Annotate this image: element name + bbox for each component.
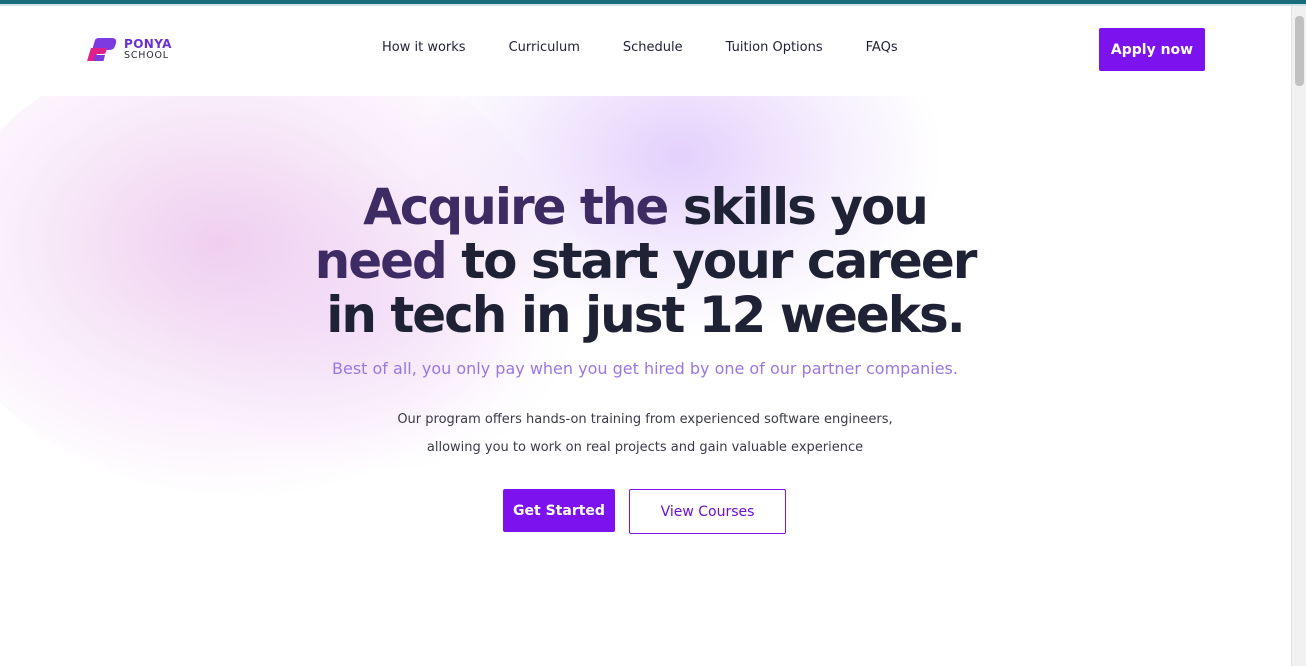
- hero-description: Our program offers hands-on training fro…: [245, 406, 1045, 462]
- headline-line3: in tech in just 12 weeks.: [326, 286, 966, 344]
- hero-section: Acquire the skills you need to start you…: [0, 96, 1291, 666]
- headline-highlight-1: Acquire the: [363, 178, 669, 236]
- page-scrollbar[interactable]: [1291, 6, 1306, 666]
- nav-how-it-works[interactable]: How it works: [382, 40, 466, 55]
- brand-name-line2: SCHOOL: [124, 49, 169, 61]
- hero-cta-group: Get Started View Courses: [503, 489, 786, 534]
- nav-faqs[interactable]: FAQs: [866, 40, 898, 55]
- nav-tuition-options[interactable]: Tuition Options: [726, 40, 823, 55]
- headline-highlight-2: need: [314, 232, 448, 290]
- hero-description-line1: Our program offers hands-on training fro…: [397, 412, 893, 427]
- site-header: PONYA SCHOOL How it works Curriculum Sch…: [0, 6, 1291, 96]
- nav-schedule[interactable]: Schedule: [623, 40, 683, 55]
- brand-logo[interactable]: PONYA SCHOOL: [85, 36, 172, 62]
- nav-curriculum[interactable]: Curriculum: [509, 40, 580, 55]
- page: PONYA SCHOOL How it works Curriculum Sch…: [0, 6, 1291, 666]
- main-nav: How it works Curriculum Schedule Tuition…: [382, 40, 898, 55]
- brand-name-line1: PONYA: [124, 36, 172, 51]
- ponya-logo-icon: [87, 38, 117, 61]
- get-started-button[interactable]: Get Started: [503, 489, 615, 532]
- view-courses-button[interactable]: View Courses: [629, 489, 786, 534]
- hero-subhead: Best of all, you only pay when you get h…: [332, 359, 958, 378]
- apply-now-button[interactable]: Apply now: [1099, 28, 1205, 71]
- headline-line1-rest: skills you: [667, 178, 929, 236]
- hero-description-line2: allowing you to work on real projects an…: [426, 440, 864, 455]
- headline-line2-rest: to start your career: [445, 232, 977, 290]
- hero-headline: Acquire the skills you need to start you…: [245, 180, 1045, 342]
- scrollbar-thumb[interactable]: [1295, 16, 1304, 86]
